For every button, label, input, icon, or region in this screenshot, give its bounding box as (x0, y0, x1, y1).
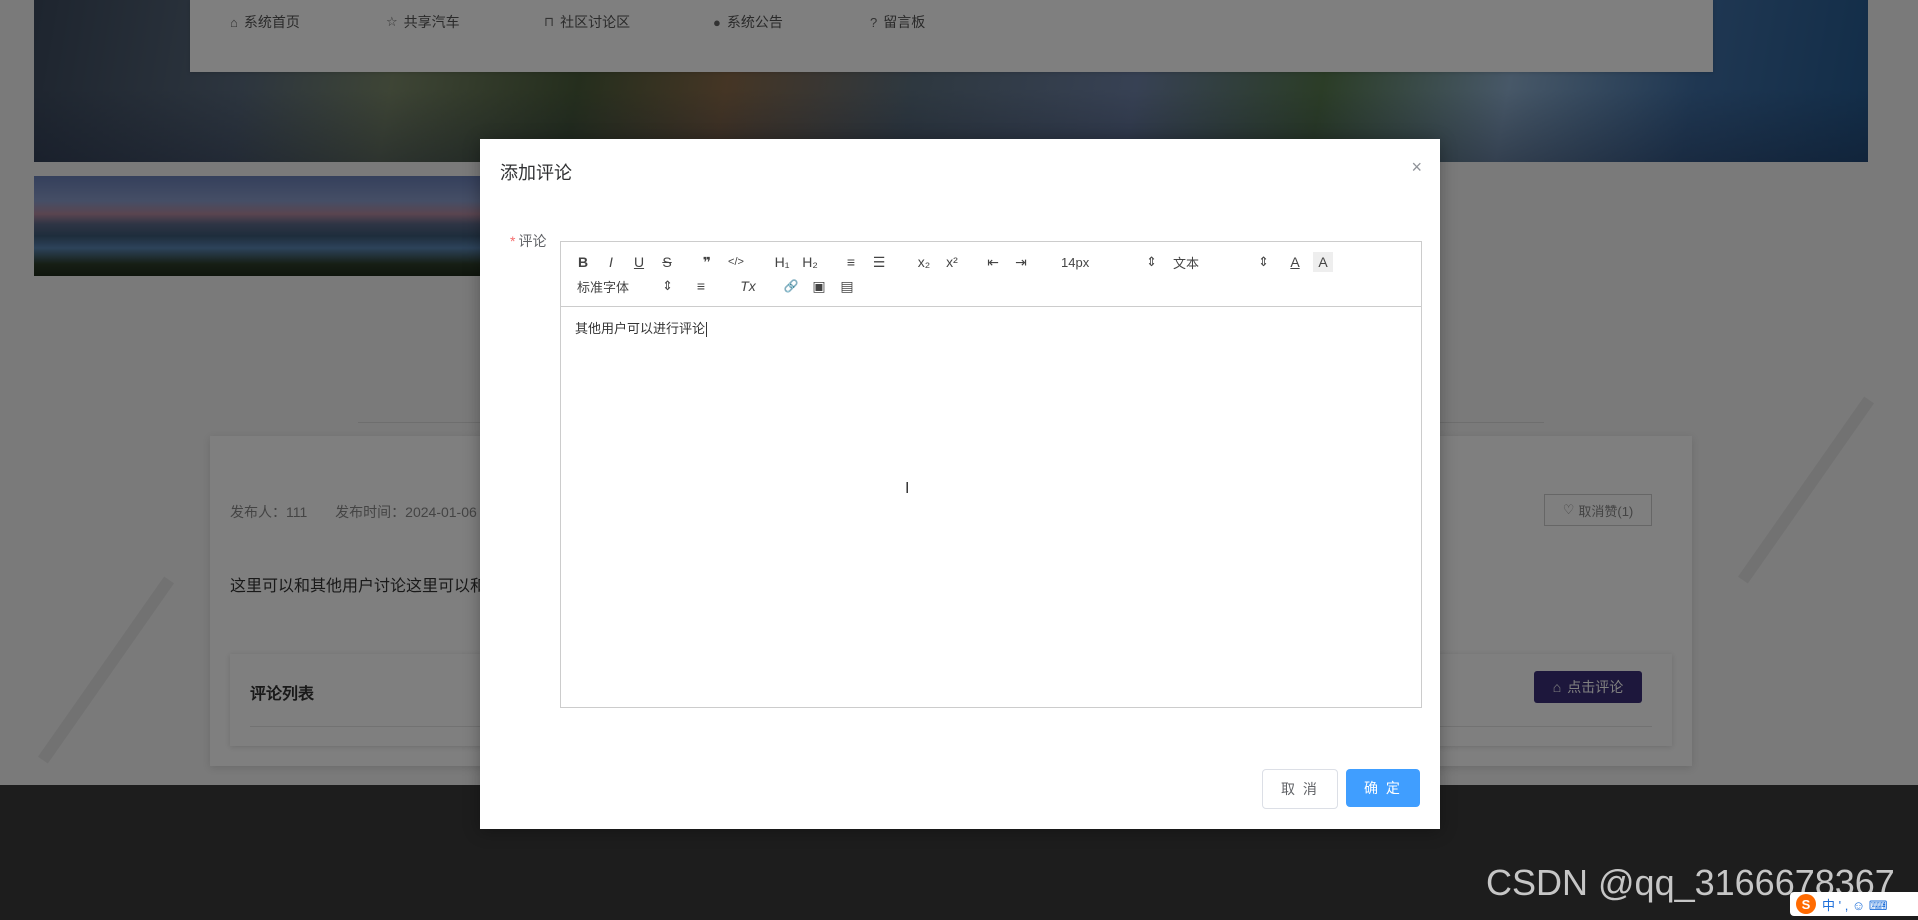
font-color-icon[interactable]: A (1285, 252, 1305, 272)
font-family-value: 标准字体 (577, 279, 630, 295)
confirm-button[interactable]: 确 定 (1346, 769, 1420, 807)
sogou-logo-icon: S (1796, 894, 1816, 914)
h2-button[interactable]: H₂ (799, 252, 821, 272)
italic-button[interactable]: I (601, 252, 621, 272)
outdent-icon[interactable]: ⇤ (983, 252, 1003, 272)
required-mark: * (510, 233, 516, 249)
select-arrow-icon: ⇕ (1146, 254, 1157, 269)
heading-select[interactable]: 文本 ⇕ (1173, 252, 1269, 272)
rich-text-editor: B I U S ❞ </> H₁ H₂ ≡ ☰ x₂ x² ⇤ ⇥ 14px ⇕… (560, 241, 1422, 708)
close-icon[interactable]: × (1411, 157, 1422, 178)
bold-button[interactable]: B (573, 252, 593, 272)
cancel-button[interactable]: 取 消 (1262, 769, 1338, 809)
image-icon[interactable]: ▣ (809, 276, 829, 296)
align-icon[interactable]: ≡ (691, 276, 711, 296)
underline-button[interactable]: U (629, 252, 649, 272)
strike-button[interactable]: S (657, 252, 677, 272)
editor-text: 其他用户可以进行评论 (575, 321, 706, 336)
clear-format-icon[interactable]: Tx (737, 276, 759, 296)
add-comment-dialog: 添加评论 × * 评论 B I U S ❞ </> H₁ H₂ ≡ ☰ x₂ x²… (480, 139, 1440, 829)
quote-icon[interactable]: ❞ (697, 252, 717, 272)
font-size-value: 14px (1061, 254, 1090, 270)
background-color-icon[interactable]: A (1313, 252, 1333, 272)
ordered-list-icon[interactable]: ≡ (841, 252, 861, 272)
ime-status: 中 ' , ☺ ⌨ (1822, 897, 1888, 913)
text-caret (706, 322, 708, 338)
code-icon[interactable]: </> (725, 252, 747, 272)
subscript-button[interactable]: x₂ (913, 252, 935, 272)
h1-button[interactable]: H₁ (771, 252, 793, 272)
dialog-title: 添加评论 (500, 163, 572, 183)
editor-content-area[interactable]: 其他用户可以进行评论 (575, 318, 708, 338)
select-arrow-icon: ⇕ (1258, 254, 1269, 269)
superscript-button[interactable]: x² (941, 252, 963, 272)
editor-toolbar: B I U S ❞ </> H₁ H₂ ≡ ☰ x₂ x² ⇤ ⇥ 14px ⇕… (561, 242, 1421, 307)
font-family-select[interactable]: 标准字体 ⇕ (577, 276, 673, 296)
indent-icon[interactable]: ⇥ (1011, 252, 1031, 272)
bullet-list-icon[interactable]: ☰ (869, 252, 889, 272)
ime-toolbar[interactable]: S 中 ' , ☺ ⌨ (1790, 892, 1918, 916)
comment-label-text: 评论 (518, 233, 547, 249)
save-icon[interactable]: ▤ (837, 276, 857, 296)
select-arrow-icon: ⇕ (662, 278, 673, 293)
heading-value: 文本 (1173, 255, 1200, 271)
i-beam-cursor-icon: I (905, 480, 910, 497)
font-size-select[interactable]: 14px ⇕ (1061, 252, 1157, 272)
comment-field-label: * 评论 (510, 231, 546, 251)
link-icon[interactable]: 🔗 (781, 276, 801, 296)
